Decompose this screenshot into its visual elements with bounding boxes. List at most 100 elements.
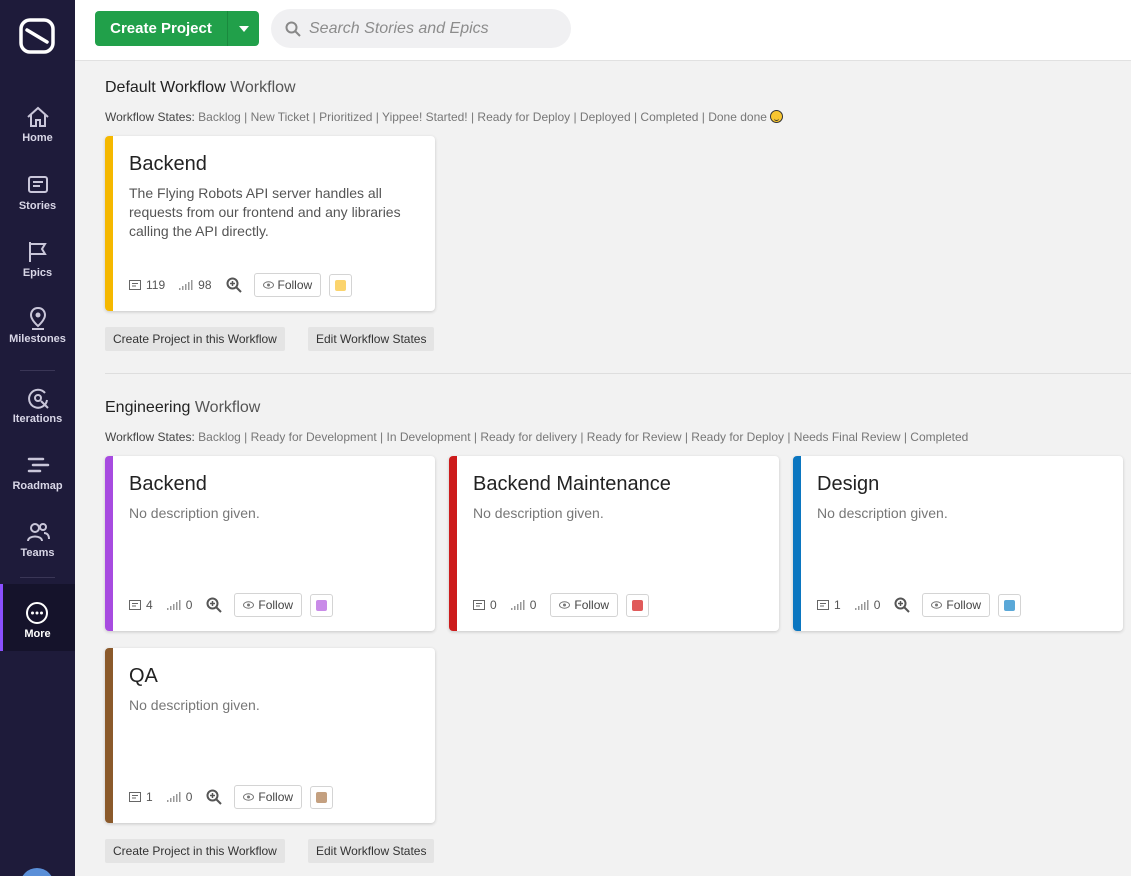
sidebar-item-label: Epics (22, 267, 53, 279)
sidebar-item-label: More (24, 628, 51, 640)
points-count: 0 (166, 790, 193, 804)
story-count: 119 (129, 278, 165, 292)
top-bar: Create Project (75, 0, 1131, 61)
follow-button[interactable]: Follow (550, 593, 619, 617)
sidebar-divider (20, 577, 55, 578)
project-card[interactable]: QA No description given. 1 0 Follow (105, 648, 435, 823)
zoom-icon[interactable] (206, 597, 223, 613)
zoom-icon[interactable] (206, 789, 223, 805)
create-project-button-group: Create Project (95, 11, 259, 46)
signal-bars-icon (166, 792, 181, 802)
search-icon (285, 21, 301, 37)
eye-icon (243, 601, 255, 609)
eye-icon (931, 601, 943, 609)
sidebar-item-more[interactable]: More (0, 584, 75, 651)
chevron-down-icon (238, 25, 249, 32)
create-project-button[interactable]: Create Project (95, 11, 227, 46)
workflow-states-list: Backlog | New Ticket | Prioritized | Yip… (198, 110, 767, 124)
project-color-bar (105, 456, 113, 631)
points-count: 0 (166, 598, 192, 612)
edit-workflow-states-button[interactable]: Edit Workflow States (308, 327, 435, 351)
story-count: 0 (473, 598, 497, 612)
project-meta: 119 98 Follow (129, 273, 353, 297)
sidebar-item-roadmap[interactable]: Roadmap (0, 452, 75, 514)
workflow-states: Workflow States: Backlog | Ready for Dev… (105, 430, 968, 444)
project-color-bar (793, 456, 801, 631)
sidebar-item-label: Teams (20, 547, 55, 559)
color-swatch-button[interactable] (626, 593, 650, 617)
project-title[interactable]: Backend (129, 153, 207, 176)
workflow-suffix: Workflow (230, 79, 296, 96)
sidebar: Home Stories Epics Milestones Iterations… (0, 0, 75, 876)
color-swatch (632, 599, 644, 611)
workflow-title: Default Workflow Workflow (105, 79, 296, 97)
points-count: 98 (179, 278, 212, 292)
follow-label: Follow (574, 598, 610, 612)
project-meta: 1 0 Follow (129, 785, 334, 809)
create-project-dropdown-button[interactable] (227, 11, 259, 46)
follow-button[interactable]: Follow (234, 593, 303, 617)
points-count: 0 (510, 598, 537, 612)
stories-icon (129, 280, 141, 290)
logo-icon[interactable] (17, 16, 57, 56)
color-swatch-button[interactable] (310, 785, 334, 809)
story-count-value: 0 (490, 598, 497, 612)
project-title[interactable]: Backend (129, 473, 207, 496)
project-card[interactable]: Design No description given. 1 0 Follow (793, 456, 1123, 631)
follow-label: Follow (258, 598, 294, 612)
eye-icon (262, 281, 274, 289)
follow-button[interactable]: Follow (922, 593, 991, 617)
search-input[interactable] (309, 19, 559, 38)
sidebar-item-stories[interactable]: Stories (0, 172, 75, 234)
project-meta: 4 0 Follow (129, 593, 334, 617)
story-count: 1 (129, 790, 153, 804)
edit-workflow-states-button[interactable]: Edit Workflow States (308, 839, 435, 863)
workflow-suffix: Workflow (194, 399, 261, 416)
eye-icon (243, 793, 255, 801)
color-swatch-button[interactable] (998, 593, 1022, 617)
sidebar-item-teams[interactable]: Teams (0, 519, 75, 581)
workflow-name: Engineering (105, 399, 191, 416)
grin-emoji-icon (769, 110, 783, 123)
points-count-value: 0 (185, 790, 193, 804)
project-title[interactable]: Design (817, 473, 879, 496)
avatar[interactable] (20, 868, 54, 876)
search-bar (271, 9, 571, 48)
workflow-title: Engineering Workflow (105, 399, 260, 417)
story-count-value: 1 (146, 790, 153, 804)
story-count: 1 (817, 598, 841, 612)
sidebar-item-label: Roadmap (12, 480, 63, 492)
color-swatch (316, 791, 328, 803)
create-project-in-workflow-button[interactable]: Create Project in this Workflow (105, 839, 285, 863)
color-swatch (335, 279, 347, 291)
project-color-bar (449, 456, 457, 631)
iterations-icon (27, 388, 49, 409)
workflow-states: Workflow States: Backlog | New Ticket | … (105, 110, 783, 124)
project-color-bar (105, 136, 113, 311)
project-title[interactable]: Backend Maintenance (473, 473, 671, 496)
project-card[interactable]: Backend Maintenance No description given… (449, 456, 779, 631)
create-project-in-workflow-button[interactable]: Create Project in this Workflow (105, 327, 285, 351)
signal-bars-icon (179, 280, 193, 290)
story-count-value: 119 (146, 278, 166, 292)
project-description: No description given. (817, 505, 948, 521)
points-count-value: 0 (529, 598, 537, 612)
follow-button[interactable]: Follow (234, 785, 303, 809)
sidebar-item-iterations[interactable]: Iterations (0, 385, 75, 447)
sidebar-item-epics[interactable]: Epics (0, 239, 75, 301)
project-title[interactable]: QA (129, 665, 158, 688)
sidebar-item-home[interactable]: Home (0, 104, 75, 166)
project-description: No description given. (129, 697, 260, 713)
project-card[interactable]: Backend The Flying Robots API server han… (105, 136, 435, 311)
color-swatch-button[interactable] (310, 593, 334, 617)
follow-label: Follow (277, 278, 313, 292)
sidebar-item-milestones[interactable]: Milestones (0, 305, 75, 367)
project-card[interactable]: Backend No description given. 4 0 Follow (105, 456, 435, 631)
signal-bars-icon (854, 600, 869, 610)
zoom-icon[interactable] (894, 597, 911, 613)
story-count: 4 (129, 598, 153, 612)
project-meta: 0 0 Follow (473, 593, 650, 617)
follow-button[interactable]: Follow (253, 273, 322, 297)
color-swatch-button[interactable] (329, 273, 353, 297)
zoom-icon[interactable] (226, 277, 242, 293)
